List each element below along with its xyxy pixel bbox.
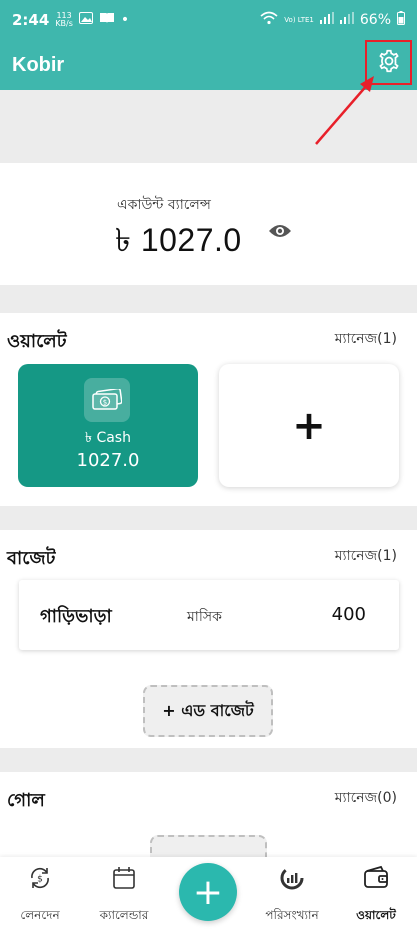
budget-amount: 400	[331, 604, 366, 625]
gallery-icon	[78, 12, 93, 28]
add-budget-button[interactable]: + এড বাজেট	[143, 685, 273, 737]
network-type: Vo) LTE1	[284, 15, 314, 24]
app-bar: Kobir	[0, 40, 417, 90]
plus-icon: +	[292, 402, 326, 449]
add-wallet-button[interactable]: +	[219, 364, 399, 487]
wallet-title: ওয়ালেট	[7, 331, 67, 352]
calendar-icon	[84, 865, 164, 891]
balance-label: একাউন্ট ব্যালেন্স	[117, 197, 211, 213]
budget-row[interactable]: গাড়িভাড়া মাসিক 400	[19, 580, 399, 650]
status-time: 2:44	[12, 11, 50, 29]
goal-manage-link[interactable]: ম্যানেজ(0)	[335, 786, 397, 810]
gear-icon	[376, 48, 402, 78]
add-transaction-fab[interactable]: +	[179, 863, 237, 921]
plus-icon: +	[192, 871, 224, 913]
statistics-icon	[252, 865, 332, 891]
signal-icon-2	[339, 12, 354, 28]
nav-label-statistics: পরিসংখ্যান	[265, 908, 319, 922]
nav-item-transactions[interactable]: $ লেনদেন	[0, 857, 80, 933]
status-dot: •	[120, 12, 130, 28]
settings-button[interactable]	[365, 40, 412, 85]
battery-percent: 66%	[359, 12, 391, 28]
wallet-icon	[336, 865, 416, 891]
balance-card: একাউন্ট ব্যালেন্স ৳ 1027.0	[0, 163, 417, 285]
wallet-card-cash[interactable]: $ ৳ Cash 1027.0	[18, 364, 198, 487]
bottom-nav: $ লেনদেন ক্যালেন্ডার + পরিসংখ্যান ওয়ালে…	[0, 857, 417, 933]
wifi-icon	[260, 11, 278, 29]
status-bar: 2:44 113 KB/s • Vo) LTE1 66%	[0, 0, 417, 40]
nav-item-statistics[interactable]: পরিসংখ্যান	[252, 857, 332, 933]
svg-text:$: $	[37, 875, 43, 885]
transaction-icon: $	[0, 865, 80, 891]
nav-label-calendar: ক্যালেন্ডার	[99, 908, 149, 922]
svg-text:$: $	[103, 398, 107, 406]
wallet-section: ওয়ালেট ম্যানেজ(1) $ ৳ Cash 1027.0 +	[0, 313, 417, 506]
budget-period: মাসিক	[187, 609, 222, 625]
wallet-balance: 1027.0	[76, 450, 140, 471]
goal-section: গোল ম্যানেজ(0)	[0, 772, 417, 875]
wallet-name: ৳ Cash	[85, 430, 131, 446]
wallet-manage-link[interactable]: ম্যানেজ(1)	[335, 327, 397, 351]
battery-icon	[397, 11, 405, 29]
eye-icon[interactable]	[268, 223, 292, 243]
budget-name: গাড়িভাড়া	[40, 606, 112, 627]
budget-section: বাজেট ম্যানেজ(1) গাড়িভাড়া মাসিক 400 + …	[0, 530, 417, 748]
nav-item-wallet[interactable]: ওয়ালেট	[336, 857, 416, 933]
app-title: Kobir	[12, 53, 65, 76]
budget-manage-link[interactable]: ম্যানেজ(1)	[335, 544, 397, 568]
balance-amount: ৳ 1027.0	[115, 222, 242, 258]
add-budget-label: + এড বাজেট	[162, 700, 254, 720]
nav-label-transactions: লেনদেন	[20, 908, 60, 922]
book-icon	[99, 12, 115, 28]
nav-label-wallet: ওয়ালেট	[356, 908, 396, 922]
nav-item-calendar[interactable]: ক্যালেন্ডার	[84, 857, 164, 933]
signal-icon	[319, 12, 334, 28]
cash-icon: $	[84, 378, 130, 422]
budget-title: বাজেট	[7, 548, 56, 569]
status-data-rate: 113 KB/s	[55, 11, 73, 28]
goal-title: গোল	[7, 790, 45, 811]
